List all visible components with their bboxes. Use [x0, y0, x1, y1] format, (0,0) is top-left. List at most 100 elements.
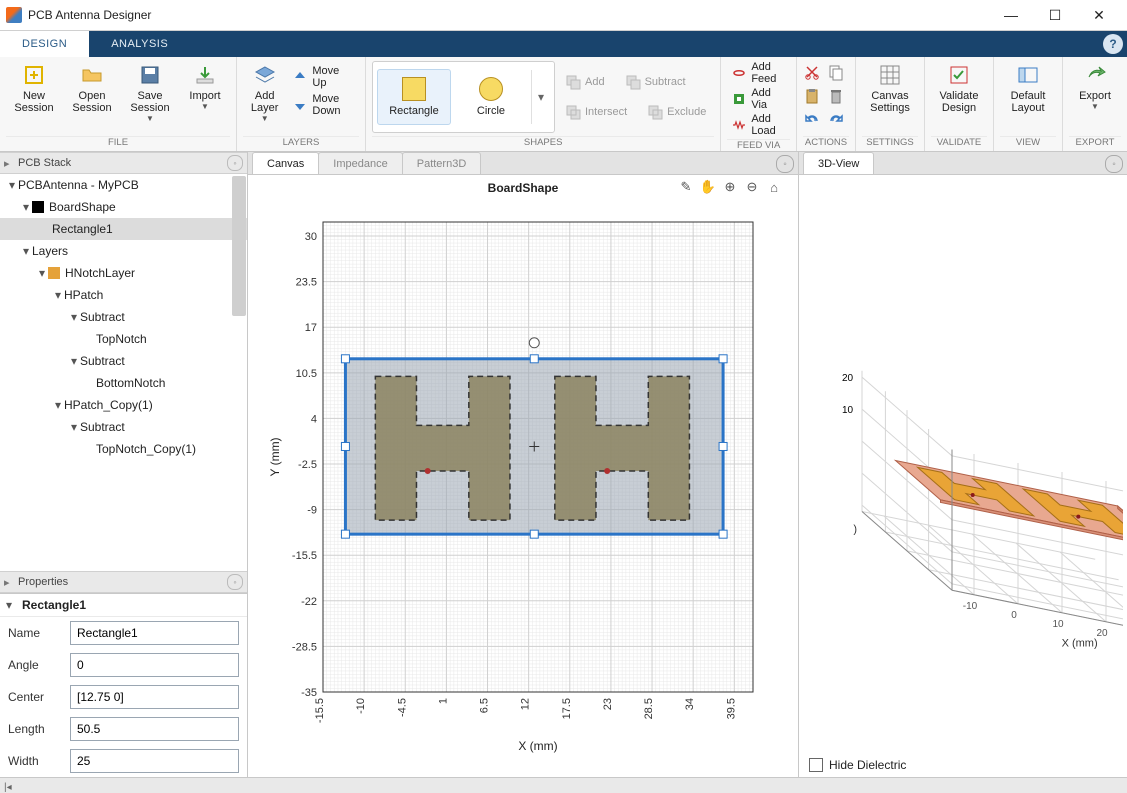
- collapse-icon[interactable]: ▸: [4, 157, 14, 170]
- tree-rectangle1-label: Rectangle1: [52, 222, 113, 236]
- tree-hnotch-label: HNotchLayer: [65, 266, 135, 280]
- tree-rectangle1[interactable]: Rectangle1: [0, 218, 247, 240]
- svg-text:0: 0: [1011, 610, 1017, 621]
- add-via-button[interactable]: Add Via: [727, 87, 790, 111]
- home-icon[interactable]: ⌂: [766, 179, 782, 195]
- shape-rectangle-button[interactable]: Rectangle: [377, 69, 451, 125]
- collapse-icon[interactable]: ▸: [4, 576, 14, 589]
- redo-icon[interactable]: [827, 111, 849, 133]
- prop-width-input[interactable]: [70, 749, 239, 773]
- canvas-toolbar: ✎ ✋ ⊕ ⊖ ⌂: [678, 179, 782, 195]
- dropdown-icon: ▼: [201, 103, 209, 112]
- hide-dielectric-checkbox[interactable]: [809, 758, 823, 772]
- svg-text:6.5: 6.5: [479, 698, 491, 713]
- svg-text:-10: -10: [963, 601, 978, 612]
- canvas-area[interactable]: BoardShape ✎ ✋ ⊕ ⊖ ⌂ -15.5-10-4.516.5121…: [248, 175, 798, 777]
- tab-design[interactable]: DESIGN: [0, 31, 89, 57]
- canvas-plot[interactable]: -15.5-10-4.516.51217.52328.53439.5-35-28…: [263, 196, 783, 756]
- save-session-button[interactable]: Save Session ▼: [122, 59, 178, 128]
- tree-subtract-1[interactable]: ▾Subtract: [0, 306, 247, 328]
- right-panel: 3D-View ◦ 20102010-10-20-100102030X (mm)…: [799, 152, 1127, 777]
- tree-subtract-2[interactable]: ▾Subtract: [0, 350, 247, 372]
- tree-subtract2-label: Subtract: [80, 354, 125, 368]
- tree-bottomnotch[interactable]: BottomNotch: [0, 372, 247, 394]
- tab-3d-view[interactable]: 3D-View: [803, 152, 874, 174]
- plus-icon: [22, 63, 46, 87]
- prop-angle-input[interactable]: [70, 653, 239, 677]
- add-tab-icon[interactable]: ◦: [1105, 155, 1123, 173]
- pan-icon[interactable]: ✋: [700, 179, 716, 195]
- copy-icon[interactable]: [827, 63, 849, 85]
- threeD-plot[interactable]: 20102010-10-20-100102030X (mm)): [803, 204, 1123, 724]
- tree-root[interactable]: ▾PCBAntenna - MyPCB: [0, 174, 247, 196]
- maximize-button[interactable]: ☐: [1033, 0, 1077, 30]
- import-button[interactable]: Import ▼: [180, 59, 230, 116]
- tab-analysis[interactable]: ANALYSIS: [89, 31, 190, 57]
- tab-impedance[interactable]: Impedance: [318, 152, 402, 174]
- add-load-button[interactable]: Add Load: [727, 113, 790, 137]
- move-up-button[interactable]: Move Up: [288, 65, 359, 89]
- prop-name-input[interactable]: [70, 621, 239, 645]
- shape-add-button: Add: [561, 70, 609, 94]
- add-feed-button[interactable]: Add Feed: [727, 61, 790, 85]
- prop-width-row: Width: [0, 745, 247, 777]
- help-button[interactable]: ?: [1103, 34, 1123, 54]
- export-button[interactable]: Export ▼: [1069, 59, 1121, 116]
- new-session-button[interactable]: New Session: [6, 59, 62, 118]
- shape-circle-button[interactable]: Circle: [455, 70, 527, 124]
- tab-pattern3d[interactable]: Pattern3D: [402, 152, 482, 174]
- status-bar: |◂: [0, 777, 1127, 793]
- panel-options-icon[interactable]: ◦: [227, 155, 243, 171]
- svg-text:23.5: 23.5: [296, 277, 317, 289]
- tree-hpatch-copy[interactable]: ▾HPatch_Copy(1): [0, 394, 247, 416]
- canvas-settings-button[interactable]: Canvas Settings: [862, 59, 918, 118]
- cut-icon[interactable]: [803, 63, 825, 85]
- tree-subtract-3[interactable]: ▾Subtract: [0, 416, 247, 438]
- properties-section[interactable]: ▾Rectangle1: [0, 594, 247, 617]
- tree-layers[interactable]: ▾Layers: [0, 240, 247, 262]
- tree-subtract-label: Subtract: [80, 310, 125, 324]
- svg-text:-4.5: -4.5: [396, 698, 408, 717]
- minimize-button[interactable]: —: [989, 0, 1033, 30]
- svg-text:): ): [853, 523, 857, 535]
- panel-options-icon[interactable]: ◦: [227, 574, 243, 590]
- move-down-button[interactable]: Move Down: [288, 93, 359, 117]
- svg-text:34: 34: [684, 698, 696, 710]
- tree-topnotch-copy[interactable]: TopNotch_Copy(1): [0, 438, 247, 460]
- add-layer-button[interactable]: Add Layer ▼: [243, 59, 286, 128]
- brush-icon[interactable]: ✎: [678, 179, 694, 195]
- paste-icon[interactable]: [803, 87, 825, 109]
- shapes-gallery-more[interactable]: ▾: [531, 70, 550, 124]
- threeD-area[interactable]: 20102010-10-20-100102030X (mm)): [799, 175, 1127, 753]
- close-button[interactable]: ✕: [1077, 0, 1121, 30]
- open-session-button[interactable]: Open Session: [64, 59, 120, 118]
- new-session-label: New Session: [14, 90, 53, 114]
- tree-topnotch[interactable]: TopNotch: [0, 328, 247, 350]
- undo-icon[interactable]: [803, 111, 825, 133]
- feed-icon: [731, 65, 747, 81]
- svg-text:-10: -10: [355, 698, 367, 714]
- svg-text:10: 10: [842, 405, 854, 416]
- default-layout-button[interactable]: Default Layout: [1000, 59, 1056, 118]
- tab-canvas[interactable]: Canvas: [252, 152, 319, 174]
- tree-hpatch[interactable]: ▾HPatch: [0, 284, 247, 306]
- pcb-stack-tree[interactable]: ▾PCBAntenna - MyPCB ▾BoardShape Rectangl…: [0, 174, 247, 571]
- properties-section-label: Rectangle1: [22, 598, 86, 612]
- prop-length-input[interactable]: [70, 717, 239, 741]
- svg-text:-22: -22: [301, 596, 317, 608]
- add-tab-icon[interactable]: ◦: [776, 155, 794, 173]
- window-titlebar: PCB Antenna Designer — ☐ ✕: [0, 0, 1127, 31]
- prop-center-input[interactable]: [70, 685, 239, 709]
- delete-icon[interactable]: [827, 87, 849, 109]
- svg-text:23: 23: [602, 698, 614, 710]
- scrollbar-thumb[interactable]: [232, 176, 246, 316]
- svg-text:4: 4: [311, 413, 317, 425]
- validate-design-button[interactable]: Validate Design: [931, 59, 987, 118]
- zoom-in-icon[interactable]: ⊕: [722, 179, 738, 195]
- zoom-out-icon[interactable]: ⊖: [744, 179, 760, 195]
- shape-exclude-label: Exclude: [667, 106, 706, 118]
- arrow-up-icon: [292, 69, 308, 85]
- tree-hnotchlayer[interactable]: ▾HNotchLayer: [0, 262, 247, 284]
- statusbar-collapse-icon[interactable]: |◂: [4, 782, 12, 793]
- tree-boardshape[interactable]: ▾BoardShape: [0, 196, 247, 218]
